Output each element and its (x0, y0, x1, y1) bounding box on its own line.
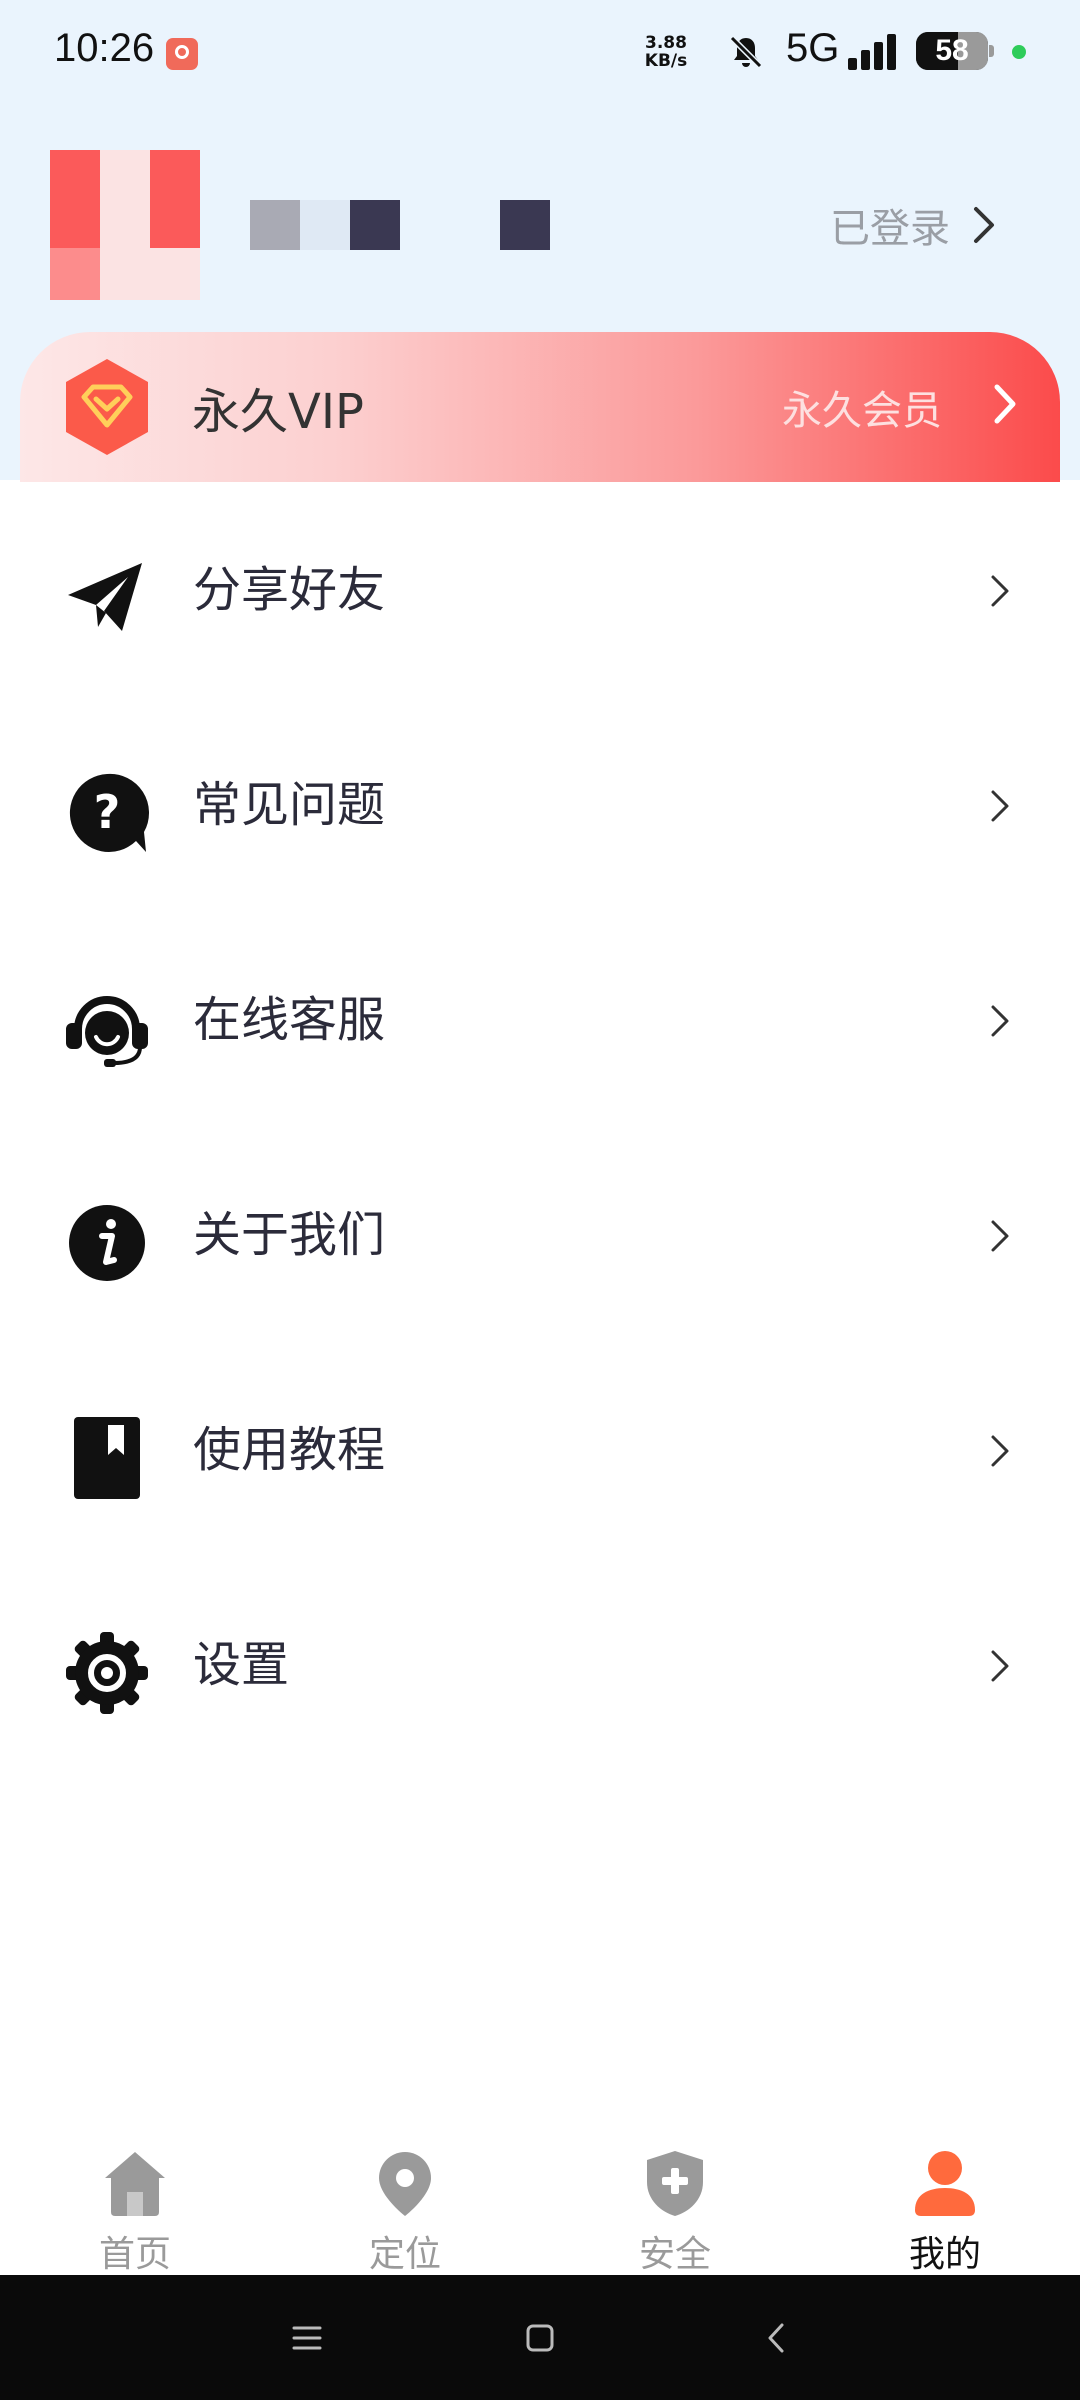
menu-item-label: 在线客服 (193, 992, 386, 1048)
chevron-right-icon (991, 575, 1009, 607)
avatar[interactable] (50, 150, 200, 300)
tab-mine[interactable]: 我的 (845, 2130, 1045, 2275)
bookmark-book-icon (74, 1417, 140, 1499)
home-icon (105, 2152, 165, 2216)
tab-label: 定位 (368, 2234, 441, 2275)
status-bar: 10:26 3.88 KB/s 5G 58 (0, 0, 1080, 100)
menu-icon[interactable] (282, 2313, 332, 2363)
menu-item-share[interactable]: 分享好友 (0, 482, 1080, 697)
chevron-right-icon (994, 384, 1016, 424)
tab-location[interactable]: 定位 (305, 2130, 505, 2275)
paper-plane-icon (68, 563, 142, 631)
back-icon[interactable] (752, 2313, 802, 2363)
menu-item-label: 使用教程 (193, 1422, 386, 1478)
headset-icon (66, 996, 148, 1067)
vip-banner[interactable]: 永久VIP 永久会员 (20, 332, 1060, 482)
network-type: 5G (786, 26, 840, 70)
status-time: 10:26 (54, 26, 155, 70)
menu-item-label: 分享好友 (193, 562, 386, 618)
tab-label: 安全 (638, 2234, 711, 2275)
settings-menu: 分享好友 ? 常见问题 在线客服 关于我们 使用教程 设置 (0, 482, 1080, 1772)
tab-home[interactable]: 首页 (35, 2130, 235, 2275)
login-status-text: 已登录 (830, 206, 950, 252)
question-icon: ? (69, 773, 150, 852)
menu-item-faq[interactable]: ? 常见问题 (0, 697, 1080, 912)
menu-item-about[interactable]: 关于我们 (0, 1127, 1080, 1342)
tab-label: 我的 (908, 2234, 981, 2275)
location-pin-icon (379, 2152, 431, 2216)
notification-app-icon (166, 38, 198, 70)
home-square-icon[interactable] (515, 2313, 565, 2363)
gear-icon (66, 1632, 148, 1714)
chevron-right-icon (991, 1650, 1009, 1682)
menu-item-support[interactable]: 在线客服 (0, 912, 1080, 1127)
vip-title: 永久VIP (192, 384, 364, 440)
signal-icon (848, 34, 896, 70)
chevron-right-icon (991, 1005, 1009, 1037)
vip-diamond-icon (66, 359, 148, 455)
menu-item-label: 关于我们 (193, 1207, 386, 1263)
login-status-link[interactable]: 已登录 (830, 190, 996, 260)
chevron-right-icon (991, 1435, 1009, 1467)
chevron-right-icon (991, 790, 1009, 822)
battery-indicator: 58 (916, 32, 988, 70)
menu-item-tutorial[interactable]: 使用教程 (0, 1342, 1080, 1557)
menu-item-settings[interactable]: 设置 (0, 1557, 1080, 1772)
battery-level-text: 58 (935, 34, 969, 67)
bell-muted-icon (729, 35, 763, 69)
network-speed: 3.88 KB/s (644, 33, 688, 71)
bottom-navigation: 首页 定位 安全 我的 (0, 2130, 1080, 2275)
tab-security[interactable]: 安全 (575, 2130, 775, 2275)
shield-icon (647, 2151, 703, 2216)
battery-tip (989, 45, 994, 57)
chevron-right-icon (991, 1220, 1009, 1252)
vip-subtitle: 永久会员 (782, 388, 942, 434)
menu-item-label: 设置 (193, 1637, 290, 1693)
info-icon (69, 1205, 145, 1281)
system-navigation-bar (0, 2275, 1080, 2400)
username-pixelated (250, 200, 550, 250)
chevron-right-icon (974, 207, 994, 243)
privacy-indicator-dot (1012, 45, 1026, 59)
svg-text:?: ? (94, 785, 121, 839)
person-icon (915, 2151, 975, 2216)
tab-label: 首页 (98, 2234, 171, 2275)
menu-item-label: 常见问题 (193, 777, 386, 833)
